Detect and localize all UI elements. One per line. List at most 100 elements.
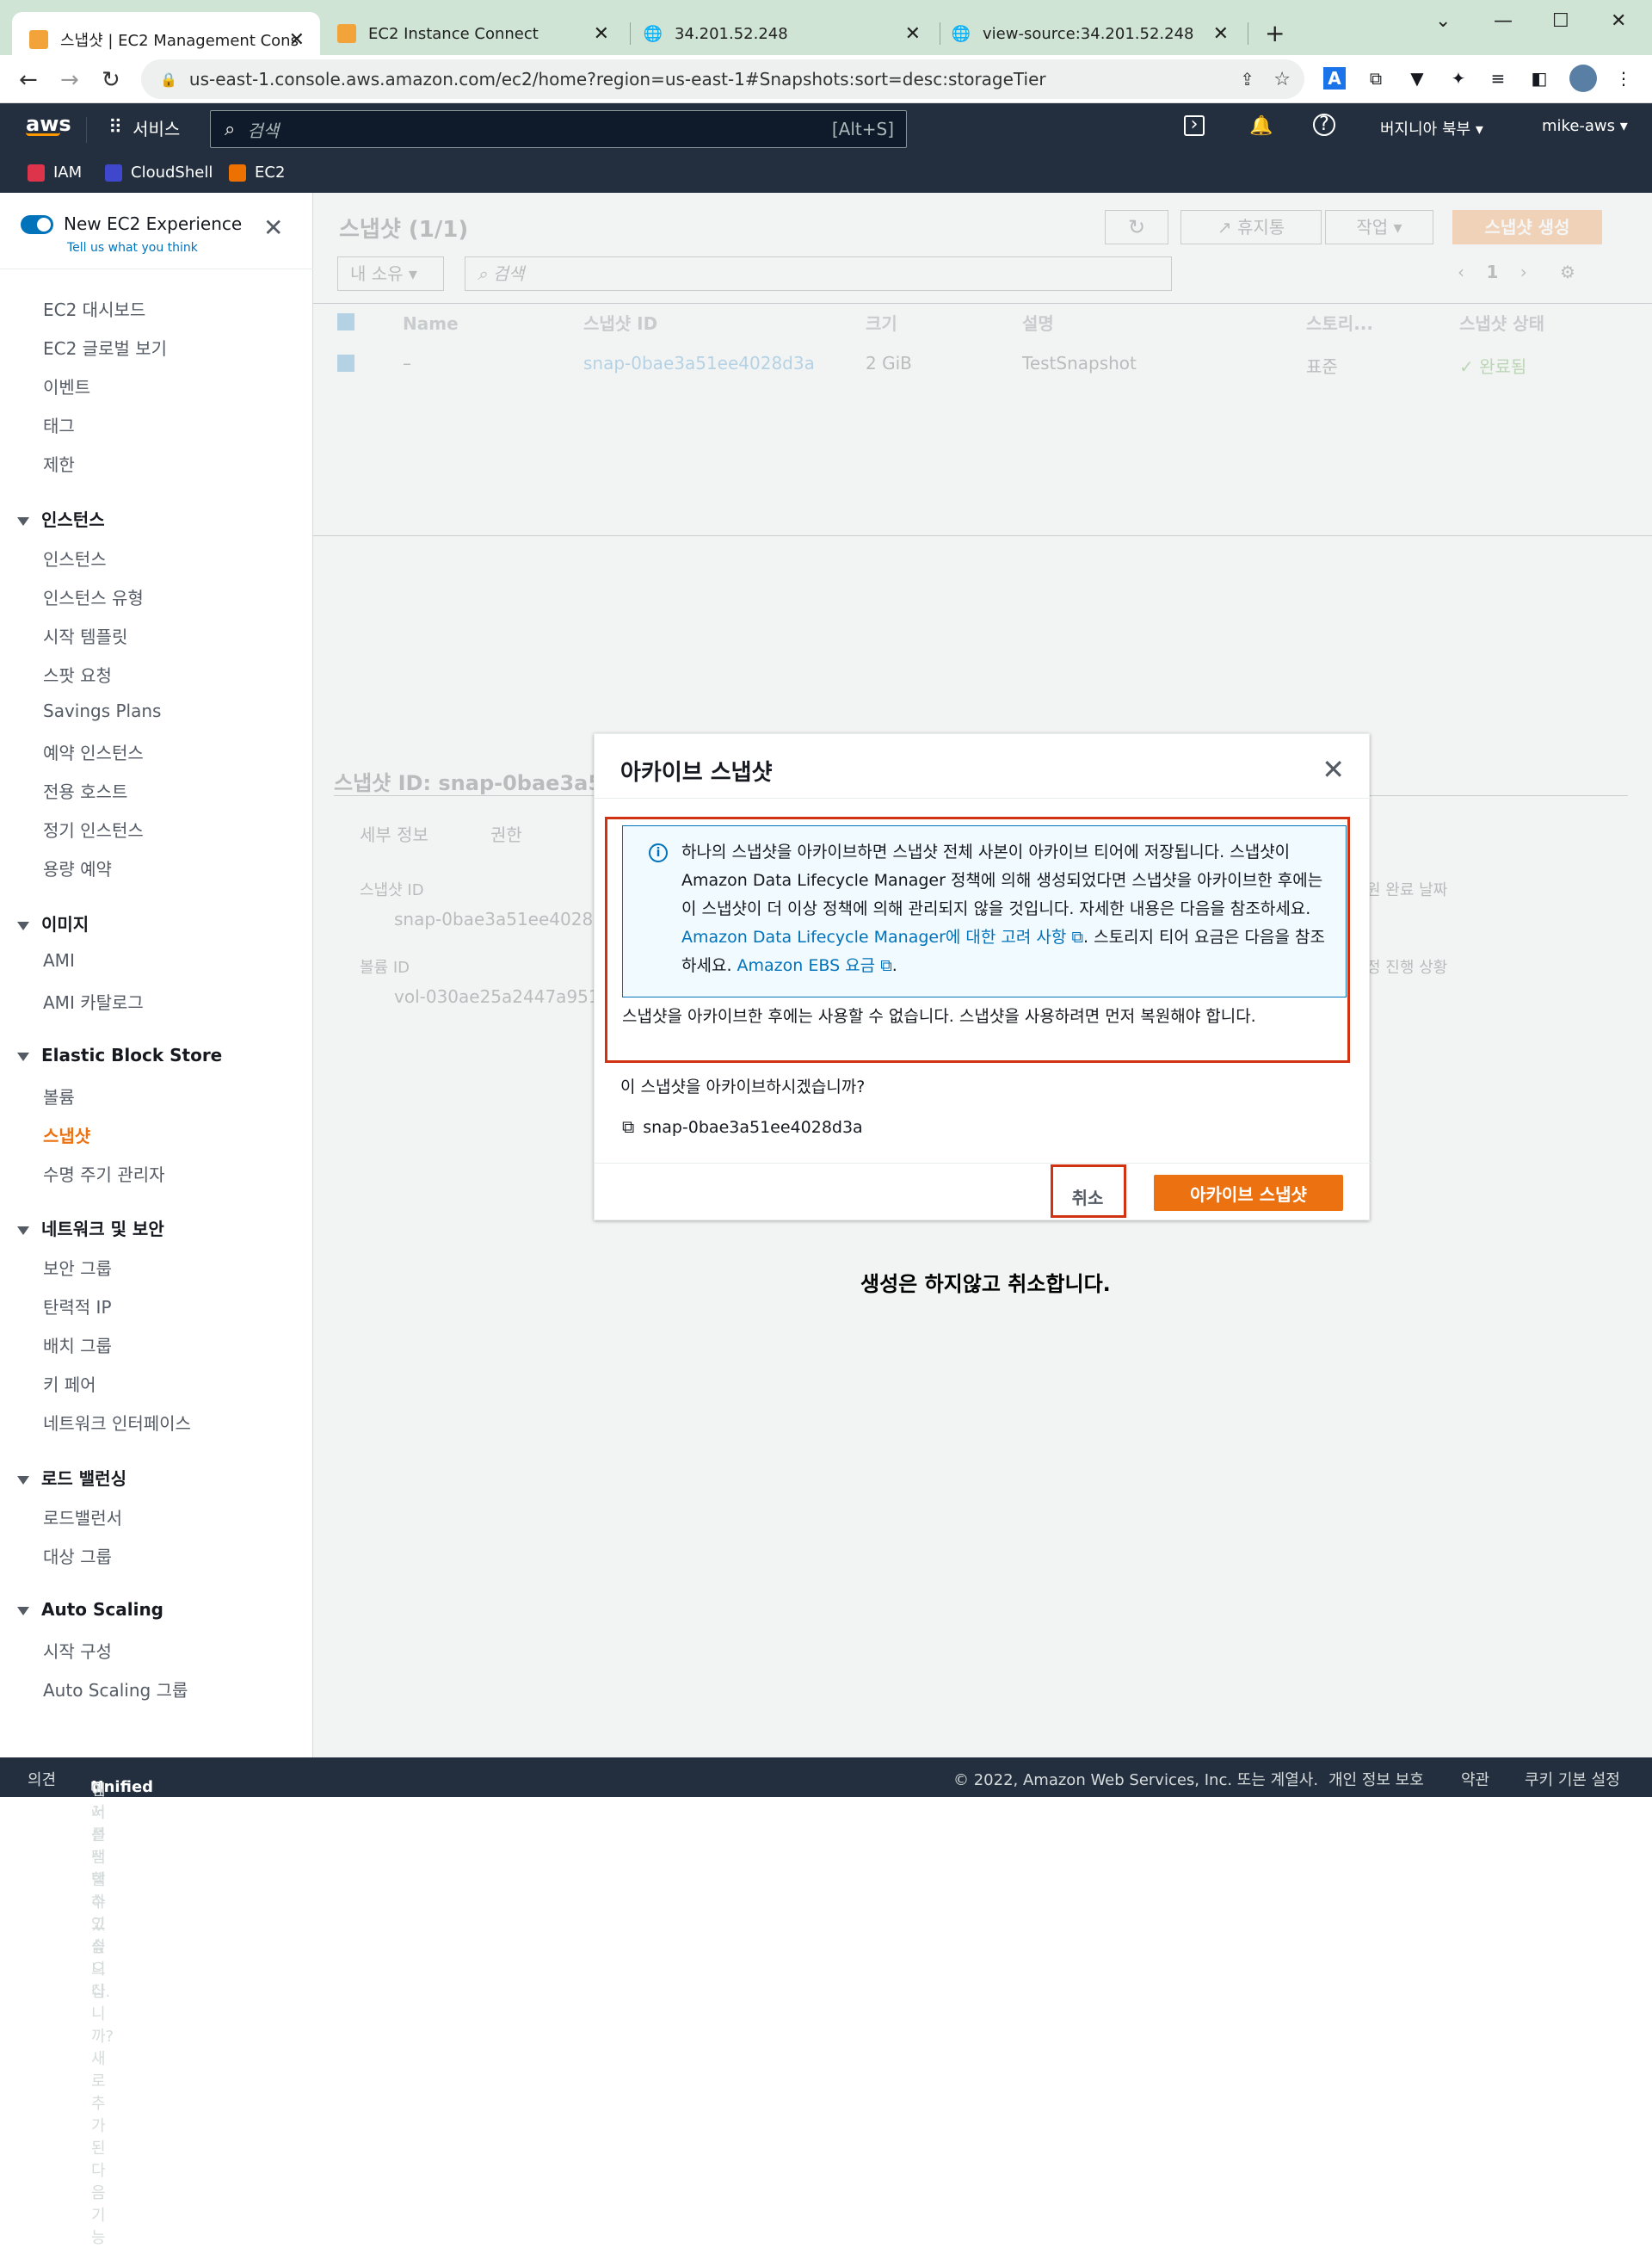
- favorite-iam[interactable]: IAM: [28, 164, 82, 182]
- forward-icon[interactable]: →: [60, 67, 79, 93]
- close-icon[interactable]: ✕: [289, 29, 305, 51]
- select-all-checkbox[interactable]: [337, 313, 354, 330]
- back-icon[interactable]: ←: [19, 67, 38, 93]
- sidebar-item-limits[interactable]: 제한: [43, 451, 75, 476]
- actions-button[interactable]: 작업 ▾: [1325, 210, 1433, 244]
- aws-logo[interactable]: aws: [26, 112, 71, 136]
- sidebar-item-savings-plans[interactable]: Savings Plans: [43, 701, 161, 721]
- sidebar-section-instances[interactable]: 인스턴스: [17, 506, 105, 531]
- tab-ec2-connect[interactable]: EC2 Instance Connect ✕: [332, 12, 625, 55]
- pagination[interactable]: ‹ 1 › ⚙: [1458, 262, 1575, 282]
- sidebar-item-instance-types[interactable]: 인스턴스 유형: [43, 584, 144, 609]
- maximize-icon[interactable]: ☐: [1552, 10, 1569, 32]
- sidebar-item-global-view[interactable]: EC2 글로벌 보기: [43, 335, 167, 360]
- sidebar-item-snapshots[interactable]: 스냅샷: [43, 1122, 90, 1147]
- help-icon[interactable]: ?: [1313, 114, 1335, 136]
- table-search-input[interactable]: ⌕ 검색: [465, 256, 1172, 291]
- privacy-link[interactable]: 개인 정보 보호: [1328, 1768, 1424, 1790]
- row-checkbox[interactable]: [337, 355, 354, 372]
- sidebar-item-capacity-reservations[interactable]: 용량 예약: [43, 855, 112, 880]
- sidebar-item-volumes[interactable]: 볼륨: [43, 1084, 75, 1109]
- region-selector[interactable]: 버지니아 북부 ▾: [1380, 117, 1483, 139]
- cloudshell-icon[interactable]: ›: [1184, 115, 1205, 136]
- sidebar-section-images[interactable]: 이미지: [17, 911, 89, 936]
- new-tab-icon[interactable]: +: [1265, 19, 1285, 47]
- tab-permissions[interactable]: 권한: [490, 821, 522, 846]
- tab-view-source[interactable]: 🌐 view-source:34.201.52.248 ✕: [952, 12, 1244, 55]
- sidebar-section-auto-scaling[interactable]: Auto Scaling: [17, 1599, 163, 1620]
- archive-snapshot-button[interactable]: 아카이브 스냅샷: [1154, 1175, 1343, 1211]
- sidebar-item-placement-groups[interactable]: 배치 그룹: [43, 1332, 112, 1357]
- refresh-button[interactable]: ↻: [1105, 210, 1168, 244]
- sidebar-item-events[interactable]: 이벤트: [43, 374, 90, 398]
- sidebar-item-launch-templates[interactable]: 시작 템플릿: [43, 623, 127, 648]
- column-header[interactable]: 크기: [866, 310, 897, 335]
- feedback-link[interactable]: Tell us what you think: [67, 241, 198, 255]
- extension-icon[interactable]: ▼: [1406, 67, 1428, 90]
- copy-icon[interactable]: ⧉: [622, 1116, 634, 1137]
- sidebar-section-network-security[interactable]: 네트워크 및 보안: [17, 1215, 164, 1240]
- reload-icon[interactable]: ↻: [102, 67, 120, 93]
- sidebar-section-load-balancing[interactable]: 로드 밸런싱: [17, 1465, 126, 1490]
- sidebar-item-load-balancers[interactable]: 로드밸런서: [43, 1504, 122, 1529]
- sidebar-item-security-groups[interactable]: 보안 그룹: [43, 1255, 112, 1280]
- minimize-icon[interactable]: —: [1494, 10, 1513, 32]
- column-header[interactable]: 스냅샷 ID: [583, 310, 657, 335]
- extension-icon[interactable]: ⧉: [1365, 67, 1387, 90]
- settings-icon[interactable]: ⚙: [1560, 262, 1575, 282]
- column-header[interactable]: 스토리...: [1306, 310, 1373, 335]
- sidebar-item-dashboard[interactable]: EC2 대시보드: [43, 296, 145, 321]
- translate-extension-icon[interactable]: A: [1323, 67, 1346, 90]
- puzzle-icon[interactable]: ✦: [1447, 67, 1470, 90]
- dlm-considerations-link[interactable]: Amazon Data Lifecycle Manager에 대한 고려 사항 …: [681, 928, 1083, 947]
- avatar[interactable]: [1569, 65, 1597, 92]
- url-field[interactable]: 🔒 us-east-1.console.aws.amazon.com/ec2/h…: [141, 59, 1304, 99]
- sidebar-item-network-interfaces[interactable]: 네트워크 인터페이스: [43, 1410, 191, 1435]
- owner-filter[interactable]: 내 소유 ▾: [337, 256, 444, 291]
- column-header[interactable]: 설명: [1022, 310, 1054, 335]
- terms-link[interactable]: 약관: [1461, 1768, 1489, 1790]
- favorite-ec2[interactable]: EC2: [229, 164, 285, 182]
- sidebar-item-elastic-ips[interactable]: 탄력적 IP: [43, 1294, 112, 1319]
- sidebar-item-lifecycle-manager[interactable]: 수명 주기 관리자: [43, 1161, 165, 1186]
- recycle-bin-button[interactable]: ↗ 휴지통: [1180, 210, 1322, 244]
- sidebar-item-auto-scaling-groups[interactable]: Auto Scaling 그룹: [43, 1677, 188, 1701]
- sidebar-item-scheduled-instances[interactable]: 정기 인스턴스: [43, 817, 144, 842]
- sidebar-item-dedicated-hosts[interactable]: 전용 호스트: [43, 778, 127, 803]
- sidebar-item-target-groups[interactable]: 대상 그룹: [43, 1543, 112, 1568]
- ebs-pricing-link[interactable]: Amazon EBS 요금 ⧉: [737, 956, 892, 975]
- table-cell[interactable]: snap-0bae3a51ee4028d3a: [583, 353, 815, 374]
- sidebar-item-instances[interactable]: 인스턴스: [43, 546, 107, 571]
- close-icon[interactable]: ✕: [263, 213, 283, 242]
- share-icon[interactable]: ⇪: [1240, 69, 1254, 90]
- sidebar-item-key-pairs[interactable]: 키 페어: [43, 1371, 96, 1396]
- create-snapshot-button[interactable]: 스냅샷 생성: [1452, 210, 1602, 244]
- tab-details[interactable]: 세부 정보: [360, 821, 428, 846]
- media-icon[interactable]: ≡: [1487, 67, 1509, 90]
- sidebar-item-reserved-instances[interactable]: 예약 인스턴스: [43, 739, 144, 764]
- services-menu[interactable]: ⠿ 서비스: [108, 115, 180, 140]
- sidebar-item-spot-requests[interactable]: 스팟 요청: [43, 662, 112, 687]
- sidebar-item-tags[interactable]: 태그: [43, 412, 75, 437]
- cancel-button[interactable]: 취소: [1049, 1175, 1126, 1218]
- column-header[interactable]: 스냅샷 상태: [1459, 310, 1544, 335]
- toggle-switch[interactable]: [21, 215, 53, 234]
- favorite-cloudshell[interactable]: CloudShell: [105, 164, 213, 182]
- sidebar-item-ami[interactable]: AMI: [43, 950, 75, 971]
- feedback-link[interactable]: 의견: [28, 1768, 56, 1790]
- search-input[interactable]: ⌕ 검색 [Alt+S]: [210, 110, 907, 148]
- bell-icon[interactable]: 🔔: [1249, 115, 1273, 137]
- close-icon[interactable]: ✕: [905, 23, 921, 45]
- sidepanel-icon[interactable]: ◧: [1528, 67, 1550, 90]
- star-icon[interactable]: ☆: [1273, 69, 1291, 90]
- cookie-preferences-link[interactable]: 쿠키 기본 설정: [1525, 1768, 1620, 1790]
- chevron-down-icon[interactable]: ⌄: [1435, 10, 1451, 32]
- close-icon[interactable]: ✕: [594, 23, 609, 45]
- close-icon[interactable]: ✕: [1322, 753, 1345, 786]
- account-menu[interactable]: mike-aws ▾: [1542, 117, 1628, 135]
- sidebar-item-launch-configurations[interactable]: 시작 구성: [43, 1638, 112, 1663]
- sidebar-section-ebs[interactable]: Elastic Block Store: [17, 1045, 222, 1065]
- menu-icon[interactable]: ⋮: [1612, 67, 1635, 90]
- close-icon[interactable]: ✕: [1213, 23, 1229, 45]
- tab-ip[interactable]: 🌐 34.201.52.248 ✕: [644, 12, 936, 55]
